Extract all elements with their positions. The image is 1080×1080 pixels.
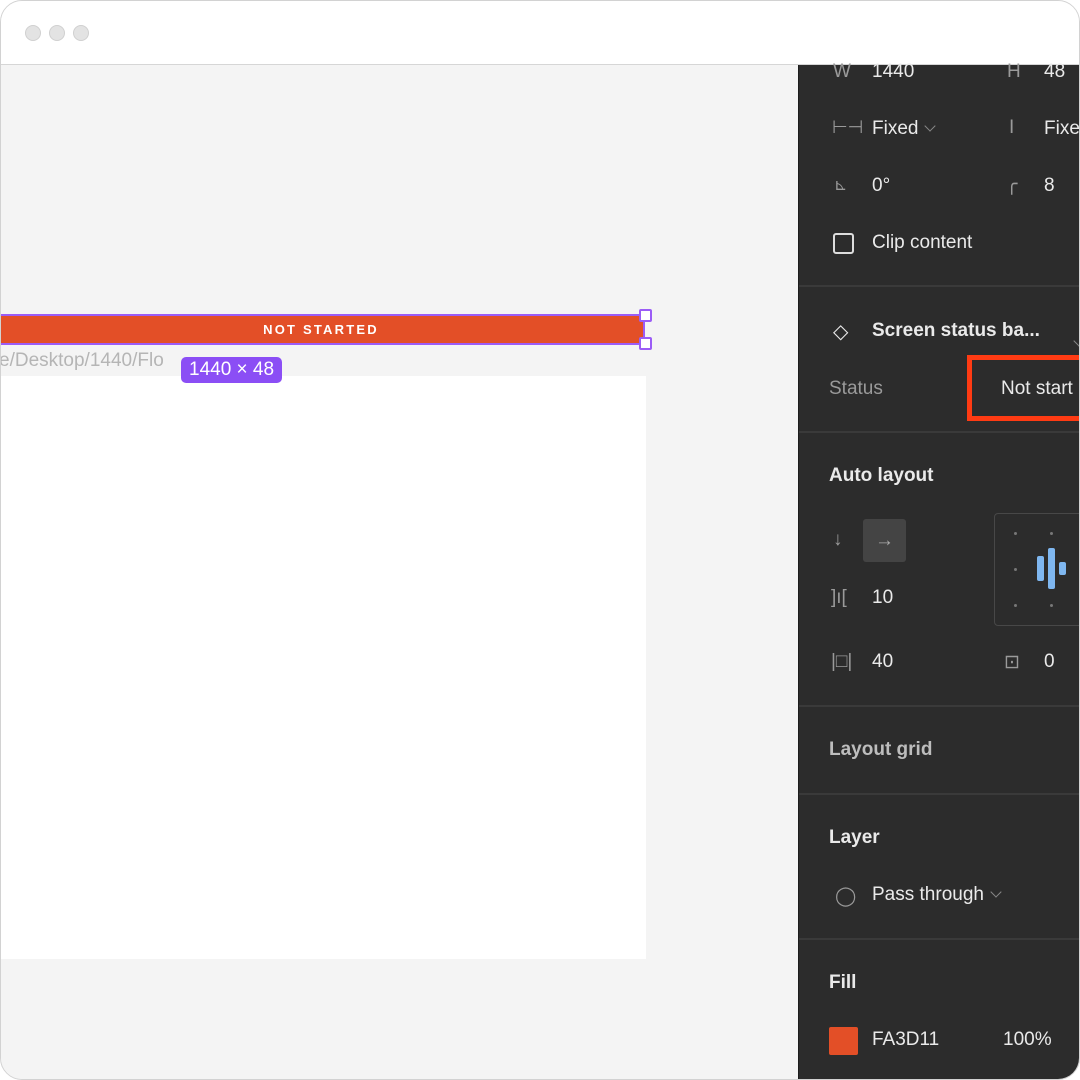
fill-title: Fill xyxy=(829,972,857,993)
fill-color-swatch[interactable] xyxy=(829,1027,858,1055)
vertical-direction-button[interactable]: ↓ xyxy=(833,529,843,551)
align-bar xyxy=(1037,556,1044,581)
frame-path-label[interactable]: e/Desktop/1440/Flo xyxy=(1,350,164,372)
width-mode-value: Fixed xyxy=(872,118,919,139)
width-input[interactable]: 1440 xyxy=(872,61,914,83)
blend-mode-value: Pass through xyxy=(872,884,984,905)
layout-grid-title[interactable]: Layout grid xyxy=(829,739,932,761)
status-property-label: Status xyxy=(829,378,883,399)
divider xyxy=(799,938,1079,940)
design-canvas[interactable]: e/Desktop/1440/Flo NOT STARTED 1440 × 48 xyxy=(1,65,798,1079)
status-property-dropdown[interactable]: Not start xyxy=(1001,378,1073,400)
minimize-window-button[interactable] xyxy=(49,25,65,41)
vertical-padding-input[interactable]: 0 xyxy=(1044,651,1055,673)
layer-title: Layer xyxy=(829,827,880,848)
horizontal-direction-button[interactable]: → xyxy=(863,519,906,562)
rotation-icon: ⊾ xyxy=(834,177,848,194)
chevron-down-icon xyxy=(924,120,937,132)
alignment-grid[interactable] xyxy=(994,513,1079,626)
fill-opacity-input[interactable]: 100% xyxy=(1003,1029,1052,1051)
size-badge: 1440 × 48 xyxy=(181,357,283,383)
corner-radius-input[interactable]: 8 xyxy=(1044,175,1055,197)
resize-handle-bottom-right[interactable] xyxy=(639,337,652,350)
close-window-button[interactable] xyxy=(25,25,41,41)
corner-radius-icon: ╭ xyxy=(1006,174,1018,195)
blend-mode-dropdown[interactable]: Pass through xyxy=(872,884,1002,906)
height-mode-dropdown[interactable]: Fixe xyxy=(1044,118,1079,140)
align-bar xyxy=(1059,562,1066,575)
align-bar xyxy=(1048,548,1055,589)
arrow-right-icon: → xyxy=(875,529,894,551)
height-input[interactable]: 48 xyxy=(1044,61,1065,83)
clip-content-checkbox[interactable] xyxy=(833,233,854,254)
height-label: H xyxy=(1007,61,1021,82)
status-bar-text: NOT STARTED xyxy=(263,322,379,337)
clip-content-label: Clip content xyxy=(872,232,973,253)
divider xyxy=(799,705,1079,707)
resize-handle-top-right[interactable] xyxy=(639,309,652,322)
vertical-padding-icon: ⊡ xyxy=(1004,652,1020,673)
maximize-window-button[interactable] xyxy=(73,25,89,41)
gap-input[interactable]: 10 xyxy=(872,587,893,609)
divider xyxy=(799,793,1079,795)
divider xyxy=(799,285,1079,287)
status-bar-component[interactable]: NOT STARTED xyxy=(1,314,645,345)
rotation-input[interactable]: 0° xyxy=(872,175,890,197)
horizontal-padding-input[interactable]: 40 xyxy=(872,651,893,673)
vertical-resize-icon: I xyxy=(1009,117,1015,138)
title-bar xyxy=(1,1,1079,65)
horizontal-resize-icon: ⊢⊣ xyxy=(832,117,864,137)
fill-hex-input[interactable]: FA3D11 xyxy=(872,1029,939,1051)
width-mode-dropdown[interactable]: Fixed xyxy=(872,118,937,140)
frame-content[interactable] xyxy=(1,376,646,959)
component-name[interactable]: Screen status ba... xyxy=(872,320,1040,342)
auto-layout-title: Auto layout xyxy=(829,465,934,486)
chevron-down-icon xyxy=(990,886,1002,898)
gap-icon: ]ı[ xyxy=(831,587,847,608)
component-chevron-icon[interactable] xyxy=(1073,335,1079,347)
divider xyxy=(799,431,1079,433)
horizontal-padding-icon: |□| xyxy=(831,651,853,672)
properties-panel: W 1440 H 48 ⊢⊣ Fixed I Fixe ⊾ 0° ╭ 8 Cli… xyxy=(798,61,1079,1079)
app-window: e/Desktop/1440/Flo NOT STARTED 1440 × 48… xyxy=(0,0,1080,1080)
width-label: W xyxy=(833,61,851,82)
blend-mode-drop-icon: ◯ xyxy=(835,886,857,907)
component-diamond-icon: ◇ xyxy=(833,321,849,343)
